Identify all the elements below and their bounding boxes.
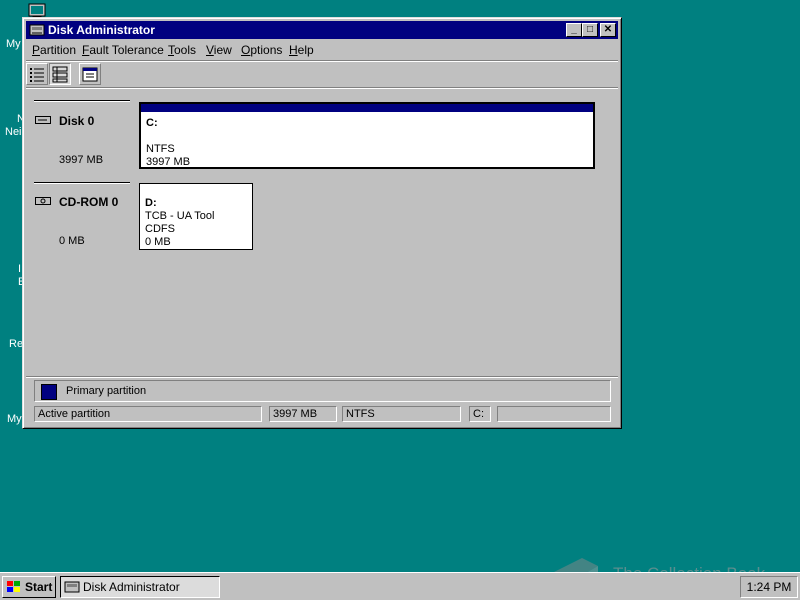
status-size: 3997 MB <box>269 406 337 422</box>
title-bar[interactable]: Disk Administrator _ □ ✕ <box>26 21 618 39</box>
start-label: Start <box>25 580 53 594</box>
disk-configuration-view-icon <box>52 66 68 83</box>
desktop-icon-label: My <box>7 413 22 425</box>
partition-type-band <box>141 104 593 112</box>
menu-help[interactable]: Help <box>289 43 314 57</box>
close-icon: ✕ <box>603 24 613 35</box>
maximize-icon: □ <box>586 24 594 35</box>
maximize-button[interactable]: □ <box>582 23 598 37</box>
properties-button[interactable] <box>79 63 101 85</box>
volumes-view-button[interactable] <box>26 63 48 85</box>
disk-administrator-icon <box>29 24 45 36</box>
disk-label: CD-ROM 0 <box>59 195 119 209</box>
menu-fault-tolerance[interactable]: Fault Tolerance <box>82 43 164 57</box>
desktop-icon-label: I <box>18 263 22 275</box>
status-text: NTFS <box>346 408 375 420</box>
partition-size: 3997 MB <box>146 156 191 168</box>
status-drive-letter: C: <box>469 406 491 422</box>
status-filesystem: NTFS <box>342 406 461 422</box>
hard-disk-icon <box>35 116 51 124</box>
disk-label: Disk 0 <box>59 114 95 128</box>
toolbar-separator <box>26 60 618 62</box>
partition-drive-letter: D: <box>145 197 157 209</box>
menu-partition[interactable]: Partition <box>32 43 76 57</box>
minimize-icon: _ <box>571 24 577 35</box>
taskbar-button-disk-administrator[interactable]: Disk Administrator <box>60 576 220 598</box>
status-active-partition: Active partition <box>34 406 262 422</box>
volumes-view-icon <box>30 68 44 82</box>
disk-divider <box>34 182 130 184</box>
cdrom-icon <box>35 197 51 205</box>
menu-options[interactable]: Options <box>241 43 282 57</box>
disk-size: 0 MB <box>59 235 85 247</box>
status-text: Active partition <box>38 408 111 420</box>
menu-label: ptions <box>250 43 283 57</box>
menu-accelerator: H <box>289 43 298 57</box>
partition-c[interactable]: C: NTFS 3997 MB <box>139 102 595 169</box>
status-extra <box>497 406 611 422</box>
menu-label: iew <box>213 43 232 57</box>
menu-label: ault Tolerance <box>89 43 164 57</box>
menu-label: ools <box>174 43 197 57</box>
menu-view[interactable]: View <box>206 43 232 57</box>
disk-divider <box>34 100 130 102</box>
partition-size: 0 MB <box>145 236 171 248</box>
menu-bar: Partition Fault Tolerance Tools View Opt… <box>26 41 618 59</box>
system-tray-clock[interactable]: 1:24 PM <box>740 576 798 598</box>
partition-d[interactable]: D: TCB - UA Tool CDFS 0 MB <box>139 183 253 250</box>
toolbar-bottom-separator <box>26 87 618 89</box>
close-button[interactable]: ✕ <box>600 23 616 37</box>
taskbar: Start Disk Administrator 1:24 PM <box>0 572 800 600</box>
disk-size: 3997 MB <box>59 154 104 166</box>
status-text: C: <box>473 408 484 420</box>
properties-icon <box>82 67 98 82</box>
windows-logo-icon <box>7 581 20 592</box>
menu-label: artition <box>40 43 77 57</box>
disk-administrator-icon <box>64 581 80 593</box>
primary-partition-swatch <box>41 384 57 400</box>
status-text: 3997 MB <box>273 408 318 420</box>
menu-accelerator: O <box>241 43 251 57</box>
partition-filesystem: CDFS <box>145 223 175 235</box>
menu-tools[interactable]: Tools <box>168 43 196 57</box>
partition-filesystem: NTFS <box>146 143 175 155</box>
desktop-icon-label: Re <box>9 338 24 350</box>
menu-accelerator: V <box>206 43 214 57</box>
start-button[interactable]: Start <box>2 576 56 598</box>
legend-bar: Primary partition <box>34 380 611 402</box>
legend-separator <box>26 376 618 378</box>
minimize-button[interactable]: _ <box>566 23 582 37</box>
partition-volume-label: TCB - UA Tool <box>145 210 215 222</box>
partition-drive-letter: C: <box>146 117 158 129</box>
disk-configuration-view-button[interactable] <box>49 63 71 85</box>
clock-text: 1:24 PM <box>746 580 792 594</box>
menu-accelerator: P <box>32 43 41 57</box>
desktop-icon-label: My <box>6 38 21 50</box>
taskbar-button-label: Disk Administrator <box>83 580 180 594</box>
legend-label: Primary partition <box>66 385 147 397</box>
disk-administrator-window: Disk Administrator _ □ ✕ Partition Fault… <box>22 17 622 429</box>
menu-label: elp <box>297 43 314 57</box>
window-title: Disk Administrator <box>48 23 155 37</box>
